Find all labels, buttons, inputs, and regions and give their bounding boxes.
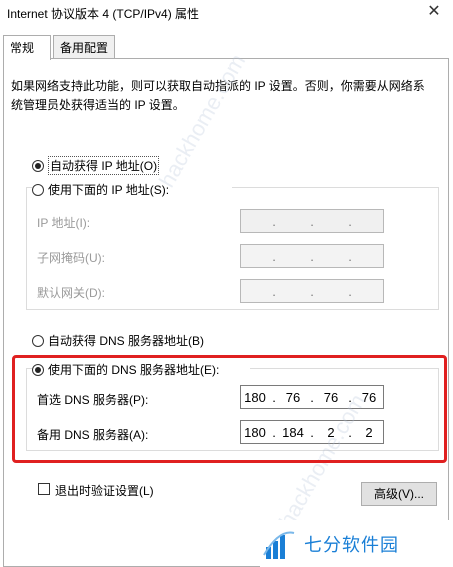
tab-general[interactable]: 常规 bbox=[3, 35, 51, 60]
dns-highlight-box bbox=[12, 355, 447, 463]
watermark: 七分软件园 bbox=[260, 520, 453, 567]
subnet-mask-label: 子网掩码(U): bbox=[37, 251, 105, 265]
radio-manual-ip-indicator bbox=[32, 183, 44, 196]
ip-address-label: IP 地址(I): bbox=[37, 216, 91, 230]
window-title: Internet 协议版本 4 (TCP/IPv4) 属性 bbox=[7, 7, 200, 21]
close-icon[interactable]: ✕ bbox=[419, 0, 449, 24]
ip-group-border-left bbox=[26, 187, 27, 309]
radio-auto-ip[interactable]: 自动获得 IP 地址(O) bbox=[32, 156, 160, 175]
radio-auto-dns-label: 自动获得 DNS 服务器地址(B) bbox=[48, 334, 205, 348]
tab-general-label: 常规 bbox=[10, 41, 35, 55]
validate-settings-checkbox[interactable] bbox=[38, 483, 50, 495]
ip-group-border-right bbox=[438, 187, 439, 309]
ip-group-border-bottom bbox=[26, 309, 439, 310]
title-bar: Internet 协议版本 4 (TCP/IPv4) 属性 ✕ bbox=[0, 0, 453, 28]
radio-manual-ip-label: 使用下面的 IP 地址(S): bbox=[48, 183, 170, 197]
radio-auto-ip-label: 自动获得 IP 地址(O) bbox=[48, 156, 160, 175]
watermark-text: 七分软件园 bbox=[304, 534, 399, 555]
tab-alternate-config-label: 备用配置 bbox=[60, 41, 109, 55]
default-gateway-field: ... bbox=[240, 279, 384, 303]
radio-manual-ip[interactable]: 使用下面的 IP 地址(S): bbox=[32, 181, 173, 198]
watermark-logo-icon bbox=[263, 530, 295, 559]
default-gateway-label: 默认网关(D): bbox=[37, 286, 105, 300]
radio-auto-ip-indicator bbox=[32, 159, 44, 172]
advanced-button[interactable]: 高级(V)... bbox=[361, 482, 437, 506]
faint-watermark-top: hackhome.com bbox=[154, 49, 251, 192]
subnet-mask-field: ... bbox=[240, 244, 384, 268]
general-panel: 如果网络支持此功能，则可以获取自动指派的 IP 设置。否则，你需要从网络系统管理… bbox=[3, 50, 449, 567]
ip-address-field: ... bbox=[240, 209, 384, 233]
radio-auto-dns-indicator bbox=[32, 334, 44, 347]
radio-auto-dns[interactable]: 自动获得 DNS 服务器地址(B) bbox=[32, 332, 204, 349]
validate-settings-label: 退出时验证设置(L) bbox=[55, 484, 154, 498]
ip-group-border-top-right bbox=[232, 187, 438, 188]
tab-alternate-config[interactable]: 备用配置 bbox=[53, 35, 115, 59]
